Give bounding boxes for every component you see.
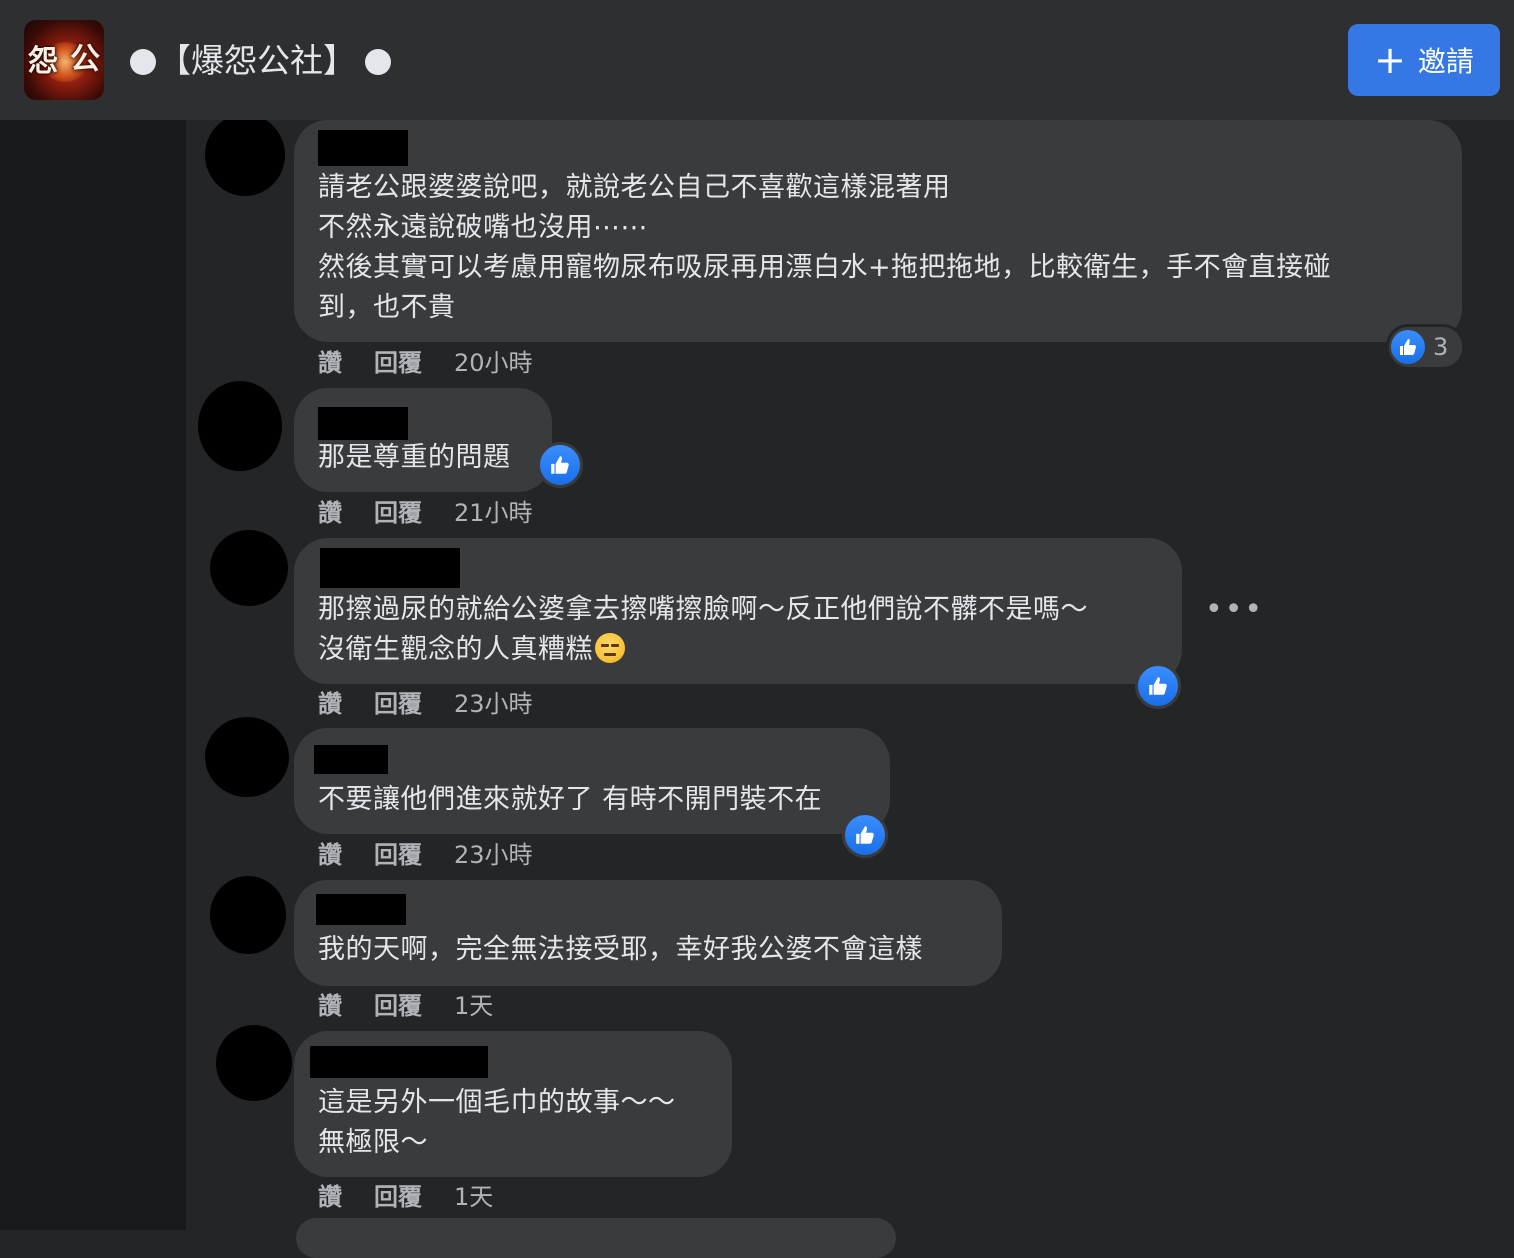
next-comment-bubble <box>296 1218 896 1258</box>
comment-bubble: 不要讓他們進來就好了 有時不開門裝不在 <box>294 728 890 834</box>
author-name-redacted[interactable] <box>310 1046 488 1078</box>
comment-bubble: 我的天啊，完全無法接受耶，幸好我公婆不會這樣 <box>294 880 1002 986</box>
like-link[interactable]: 讚 <box>318 1182 342 1212</box>
author-name-redacted[interactable] <box>320 548 460 588</box>
timestamp[interactable]: 20小時 <box>454 348 533 378</box>
avatar[interactable] <box>210 530 288 606</box>
plus-icon: + <box>1374 38 1406 82</box>
comment-actions: 讚 回覆 21小時 <box>318 498 533 528</box>
comment-text: 我的天啊，完全無法接受耶，幸好我公婆不會這樣 <box>318 934 923 965</box>
title-dot-icon <box>130 49 156 75</box>
like-link[interactable]: 讚 <box>318 840 342 870</box>
comment-bubble: 那擦過尿的就給公婆拿去擦嘴擦臉啊～反正他們說不髒不是嗎～ 沒衛生觀念的人真糟糕 <box>294 538 1182 684</box>
comment-actions: 讚 回覆 23小時 <box>318 840 533 870</box>
timestamp[interactable]: 1天 <box>454 1182 493 1212</box>
like-link[interactable]: 讚 <box>318 689 342 719</box>
reply-link[interactable]: 回覆 <box>374 498 422 528</box>
comment-text-body: 那擦過尿的就給公婆拿去擦嘴擦臉啊～反正他們說不髒不是嗎～ 沒衛生觀念的人真糟糕 <box>318 594 1088 665</box>
avatar[interactable] <box>198 381 282 471</box>
reply-link[interactable]: 回覆 <box>374 689 422 719</box>
comment-text: 那擦過尿的就給公婆拿去擦嘴擦臉啊～反正他們說不髒不是嗎～ 沒衛生觀念的人真糟糕 <box>318 578 1182 670</box>
like-link[interactable]: 讚 <box>318 991 342 1021</box>
comment-actions: 讚 回覆 1天 <box>318 1182 493 1212</box>
comment-actions: 讚 回覆 20小時 <box>318 348 533 378</box>
avatar[interactable] <box>205 114 285 196</box>
expressionless-face-icon <box>595 633 625 663</box>
comment-actions: 讚 回覆 23小時 <box>318 689 533 719</box>
author-name-redacted[interactable] <box>318 407 408 440</box>
group-header: 怨 公 【爆怨公社】 + 邀請 <box>0 0 1514 120</box>
like-reaction-icon[interactable] <box>537 442 583 488</box>
logo-char: 公 <box>70 42 100 77</box>
like-link[interactable]: 讚 <box>318 348 342 378</box>
left-panel <box>0 120 186 1230</box>
comment-text: 不要讓他們進來就好了 有時不開門裝不在 <box>318 784 823 815</box>
comment-text: 這是另外一個毛巾的故事～～ 無極限～ <box>318 1087 676 1158</box>
title-dot-icon <box>365 49 391 75</box>
avatar[interactable] <box>216 1025 292 1101</box>
avatar[interactable] <box>205 717 289 797</box>
timestamp[interactable]: 23小時 <box>454 840 533 870</box>
invite-label: 邀請 <box>1417 45 1474 78</box>
comment-bubble: 那是尊重的問題 <box>294 388 552 492</box>
like-link[interactable]: 讚 <box>318 498 342 528</box>
logo-char: 怨 <box>28 44 58 79</box>
author-name-redacted[interactable] <box>314 745 388 774</box>
timestamp[interactable]: 23小時 <box>454 689 533 719</box>
reply-link[interactable]: 回覆 <box>374 991 422 1021</box>
reaction-summary[interactable]: 3 <box>1386 324 1466 370</box>
reply-link[interactable]: 回覆 <box>374 348 422 378</box>
timestamp[interactable]: 21小時 <box>454 498 533 528</box>
group-title[interactable]: 【爆怨公社】 <box>158 38 356 84</box>
comment-text: 請老公跟婆婆說吧，就說老公自己不喜歡這樣混著用 不然永遠說破嘴也沒用⋯⋯ 然後其… <box>318 172 1332 323</box>
reply-link[interactable]: 回覆 <box>374 1182 422 1212</box>
author-name-redacted[interactable] <box>316 894 406 925</box>
like-reaction-icon[interactable] <box>1135 663 1181 709</box>
like-reaction-icon <box>1391 330 1425 364</box>
invite-button[interactable]: + 邀請 <box>1348 24 1500 96</box>
like-reaction-icon[interactable] <box>842 812 888 858</box>
avatar[interactable] <box>210 876 286 954</box>
reaction-count: 3 <box>1433 333 1449 361</box>
timestamp[interactable]: 1天 <box>454 991 493 1021</box>
comment-actions: 讚 回覆 1天 <box>318 991 493 1021</box>
group-logo[interactable]: 怨 公 <box>24 20 104 100</box>
comment-bubble: 這是另外一個毛巾的故事～～ 無極限～ <box>294 1031 732 1177</box>
comment-bubble: 請老公跟婆婆說吧，就說老公自己不喜歡這樣混著用 不然永遠說破嘴也沒用⋯⋯ 然後其… <box>294 120 1462 342</box>
author-name-redacted[interactable] <box>318 130 408 166</box>
reply-link[interactable]: 回覆 <box>374 840 422 870</box>
more-options-button[interactable]: ••• <box>1205 595 1264 625</box>
